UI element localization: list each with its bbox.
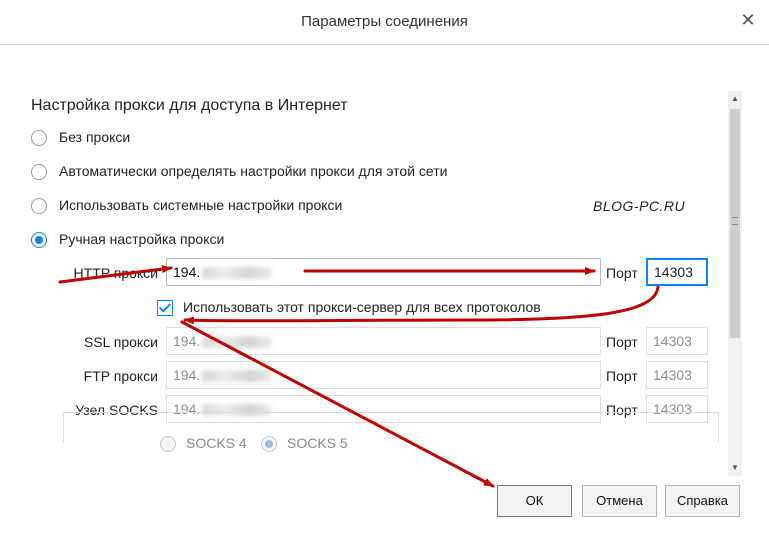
redacted-ip — [202, 267, 273, 280]
ftp-port-input[interactable]: 14303 — [646, 361, 708, 389]
http-proxy-input[interactable]: 194. — [166, 258, 601, 286]
proxy-heading: Настройка прокси для доступа в Интернет — [31, 97, 348, 114]
radio-label: Автоматически определять настройки прокс… — [59, 163, 448, 179]
ssl-proxy-input[interactable]: 194. — [166, 327, 601, 355]
radio-button[interactable] — [31, 164, 47, 180]
ftp-proxy-label: FTP прокси — [83, 368, 158, 384]
radio-label: Без прокси — [59, 129, 131, 145]
radio-label: Использовать системные настройки прокси — [59, 197, 343, 213]
title-bar: Параметры соединения ✕ — [0, 0, 769, 45]
radio-button[interactable] — [31, 198, 47, 214]
ftp-proxy-value: 194. — [173, 367, 201, 383]
ok-button[interactable]: ОК — [497, 485, 572, 517]
redacted-ip — [202, 370, 273, 383]
use-for-all-label: Использовать этот прокси-сервер для всех… — [183, 299, 541, 315]
cancel-button[interactable]: Отмена — [582, 485, 657, 517]
ftp-proxy-input[interactable]: 194. — [166, 361, 601, 389]
auto-config-section — [63, 412, 719, 443]
http-proxy-value: 194. — [173, 264, 201, 280]
scroll-thumb[interactable] — [730, 109, 740, 338]
watermark: BLOG-PC.RU — [593, 198, 686, 214]
ssl-proxy-label: SSL прокси — [83, 334, 158, 350]
ssl-proxy-value: 194. — [173, 333, 201, 349]
help-button[interactable]: Справка — [665, 485, 740, 517]
http-port-label: Порт — [606, 265, 638, 281]
http-proxy-label: HTTP прокси — [73, 265, 158, 281]
radio-button[interactable] — [31, 130, 47, 146]
close-icon[interactable]: ✕ — [737, 9, 759, 31]
radio-label: Ручная настройка прокси — [59, 231, 225, 247]
http-port-input[interactable]: 14303 — [646, 258, 708, 286]
use-for-all-checkbox[interactable] — [157, 300, 173, 316]
ssl-port-input[interactable]: 14303 — [646, 327, 708, 355]
scroll-up-icon[interactable]: ▲ — [728, 91, 742, 107]
redacted-ip — [202, 336, 273, 349]
ftp-port-label: Порт — [606, 368, 638, 384]
ssl-port-label: Порт — [606, 334, 638, 350]
window-title: Параметры соединения — [301, 13, 468, 30]
scroll-down-icon[interactable]: ▼ — [728, 460, 742, 476]
scrollbar[interactable]: ▲ ▼ — [728, 91, 742, 476]
radio-button[interactable] — [31, 232, 47, 248]
